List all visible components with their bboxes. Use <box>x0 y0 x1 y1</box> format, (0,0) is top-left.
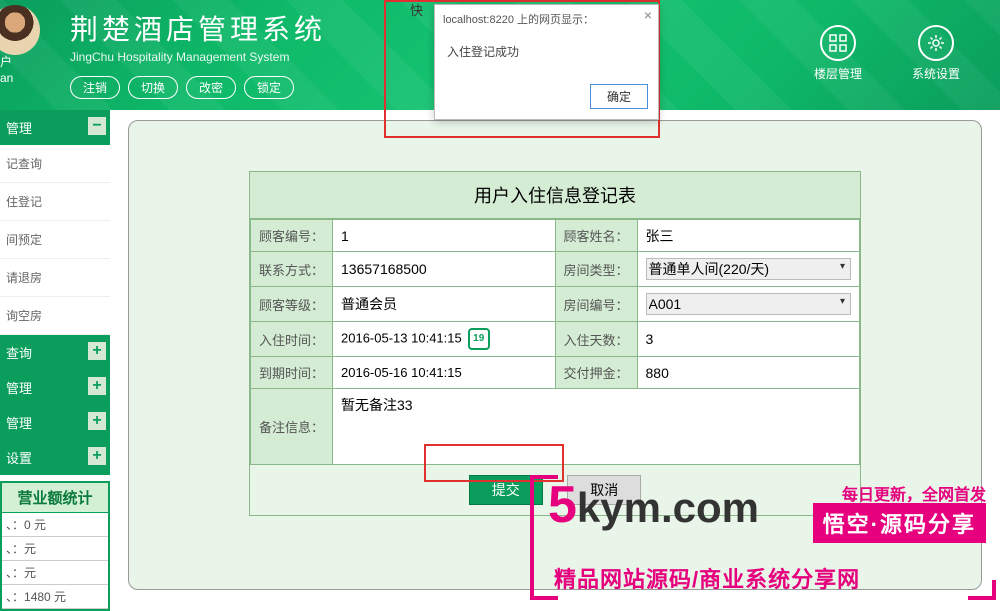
system-settings-icon[interactable]: 系统设置 <box>912 25 960 82</box>
lock-button[interactable]: 锁定 <box>244 76 294 99</box>
alert-message: 入住登记成功 <box>435 33 658 78</box>
cancel-button[interactable]: 取消 <box>567 475 641 505</box>
sidebar-item-reserve[interactable]: 间预定 <box>0 221 110 259</box>
calendar-icon[interactable]: 19 <box>468 328 490 350</box>
label-deposit: 交付押金： <box>555 357 637 389</box>
stats-row: 、：元 <box>2 537 108 561</box>
label-checkin: 入住时间： <box>251 322 333 357</box>
user-avatar[interactable] <box>0 5 40 55</box>
main-panel: 用户入住信息登记表 顾客编号： 顾客姓名： 联系方式： 房间类型： 普通单人间(… <box>128 120 982 590</box>
contact-input[interactable] <box>341 261 546 277</box>
collapse-icon <box>88 117 106 135</box>
label-remark: 备注信息： <box>251 389 333 465</box>
stats-title: 营业额统计 <box>2 483 108 513</box>
expand-icon <box>88 377 106 395</box>
days-input[interactable] <box>646 331 851 347</box>
label-cust-level: 顾客等级： <box>251 287 333 322</box>
deposit-input[interactable] <box>646 365 851 381</box>
floor-manage-icon[interactable]: 楼层管理 <box>814 25 862 82</box>
sidebar-group-manage2[interactable]: 管理 <box>0 370 110 405</box>
cust-id-input[interactable] <box>341 228 546 244</box>
alert-ok-button[interactable]: 确定 <box>590 84 648 109</box>
label-contact: 联系方式： <box>251 252 333 287</box>
sidebar-item-checkin[interactable]: 住登记 <box>0 183 110 221</box>
logout-button[interactable]: 注销 <box>70 76 120 99</box>
cust-level-input[interactable] <box>341 296 546 312</box>
sidebar-item-record-query[interactable]: 记查询 <box>0 145 110 183</box>
close-icon[interactable]: × <box>644 7 652 23</box>
alert-source: localhost:8220 上的网页显示： × <box>435 5 658 33</box>
sidebar-item-checkout[interactable]: 请退房 <box>0 259 110 297</box>
user-label: 户an <box>0 55 13 86</box>
label-cust-id: 顾客编号： <box>251 220 333 252</box>
switch-button[interactable]: 切换 <box>128 76 178 99</box>
sidebar-group-manage[interactable]: 管理 <box>0 110 110 145</box>
remark-textarea[interactable]: 暂无备注33 <box>341 395 851 455</box>
form-title: 用户入住信息登记表 <box>250 172 860 219</box>
submit-button[interactable]: 提交 <box>469 475 543 505</box>
revenue-stats: 营业额统计 、：0 元 、：元 、：元 、：1480 元 <box>0 481 110 611</box>
alert-dialog: localhost:8220 上的网页显示： × 入住登记成功 确定 <box>434 4 659 120</box>
label-days: 入住天数： <box>555 322 637 357</box>
sidebar-group-settings[interactable]: 设置 <box>0 440 110 475</box>
expand-icon <box>88 342 106 360</box>
expand-icon <box>88 412 106 430</box>
cust-name-input[interactable] <box>646 228 851 244</box>
stats-row: 、：元 <box>2 561 108 585</box>
sidebar: 管理 记查询 住登记 间预定 请退房 询空房 查询 管理 管理 设置 营业额统计… <box>0 110 110 600</box>
stats-row: 、：1480 元 <box>2 585 108 609</box>
label-cust-name: 顾客姓名： <box>555 220 637 252</box>
checkin-value: 2016-05-13 10:41:15 <box>341 330 462 345</box>
sidebar-group-manage3[interactable]: 管理 <box>0 405 110 440</box>
stats-row: 、：0 元 <box>2 513 108 537</box>
room-no-select[interactable]: A001 <box>646 293 851 315</box>
expand-icon <box>88 447 106 465</box>
sidebar-item-vacancy[interactable]: 询空房 <box>0 297 110 335</box>
label-room-no: 房间编号： <box>555 287 637 322</box>
label-room-type: 房间类型： <box>555 252 637 287</box>
sidebar-group-query[interactable]: 查询 <box>0 335 110 370</box>
label-expire: 到期时间： <box>251 357 333 389</box>
room-type-select[interactable]: 普通单人间(220/天) <box>646 258 851 280</box>
modify-password-button[interactable]: 改密 <box>186 76 236 99</box>
expire-value: 2016-05-16 10:41:15 <box>341 365 462 380</box>
